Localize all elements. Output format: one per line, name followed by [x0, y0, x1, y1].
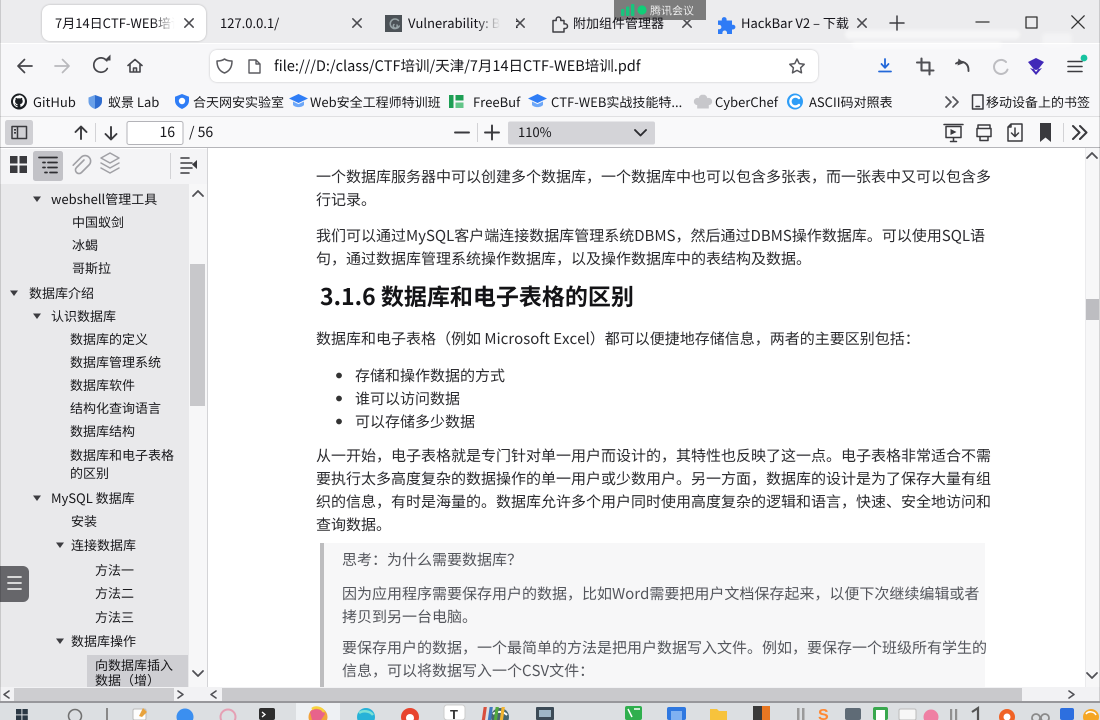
- svg-text:T: T: [450, 707, 458, 720]
- svg-text:S: S: [818, 707, 829, 720]
